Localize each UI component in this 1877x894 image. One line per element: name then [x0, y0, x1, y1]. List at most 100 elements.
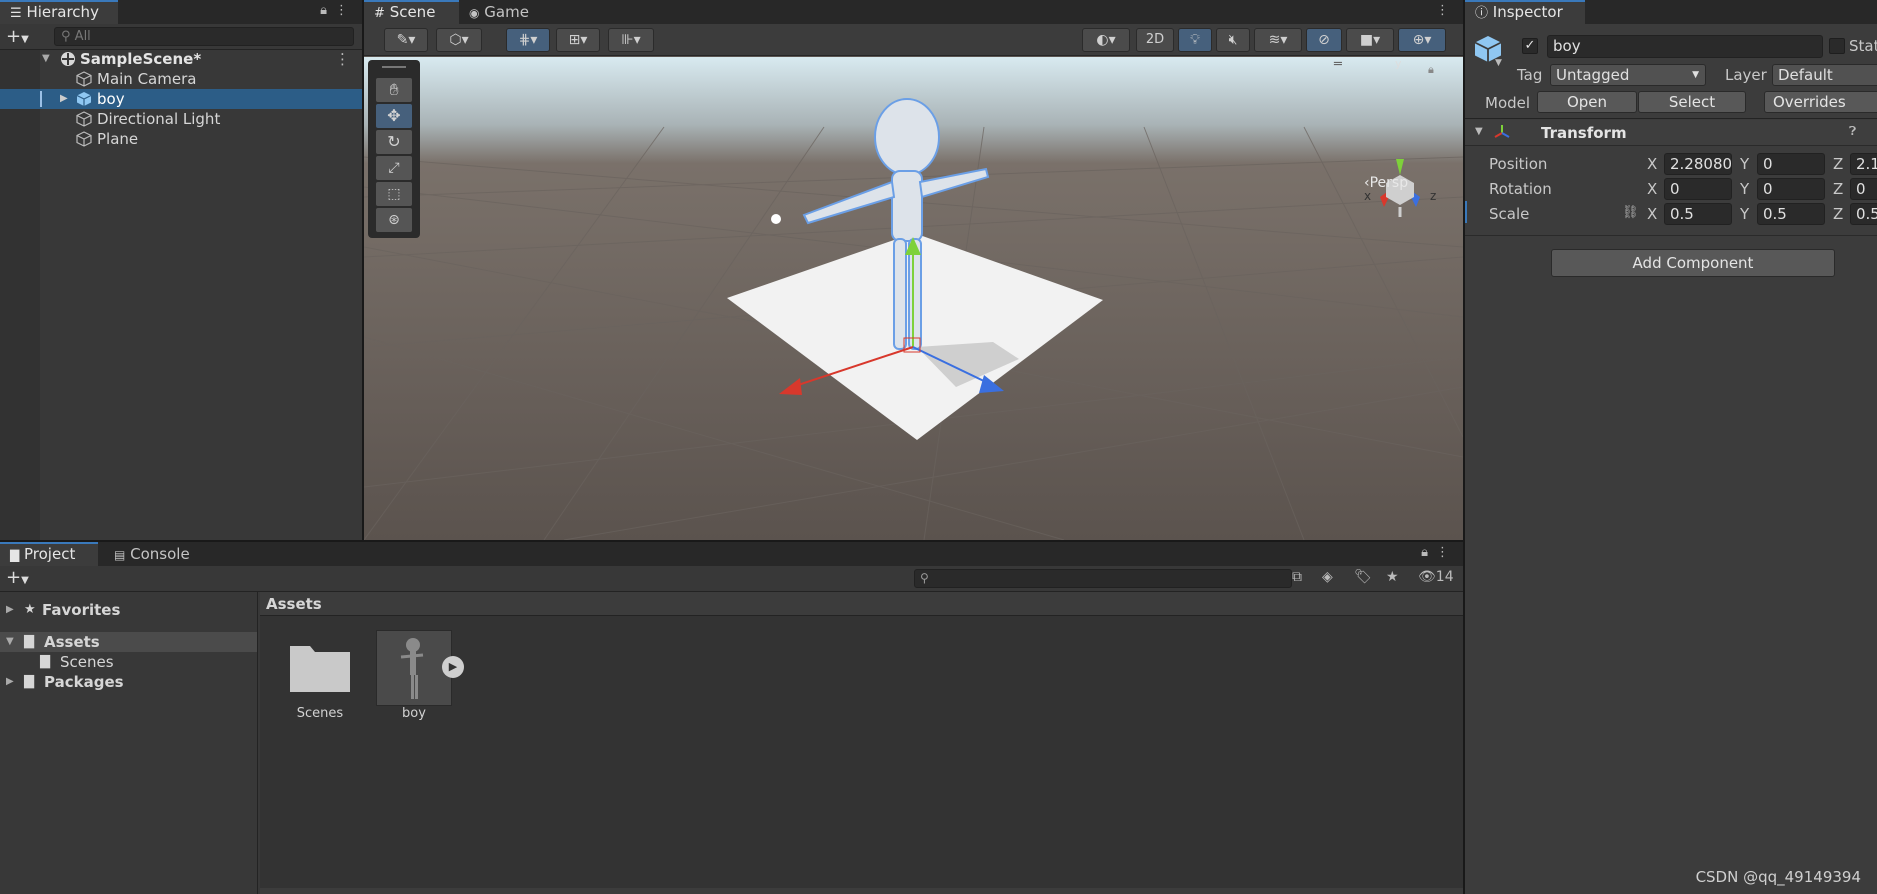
more-menu-icon[interactable]: ⋮ [335, 3, 356, 18]
chevron-right-icon[interactable]: ▶ [60, 89, 68, 109]
more-menu-icon[interactable]: ⋮ [335, 49, 350, 69]
lighting-toggle-icon[interactable]: 💡︎ [1178, 28, 1212, 52]
transform-title: Transform [1541, 124, 1627, 142]
projection-toggle[interactable]: ‹Persp [1364, 175, 1408, 191]
tag-dropdown[interactable]: Untagged ▼ [1550, 64, 1706, 86]
breadcrumb[interactable]: Assets [266, 595, 322, 613]
transform-header[interactable]: ▼ Transform ❓︎ [1465, 120, 1877, 146]
hierarchy-item-plane[interactable]: Plane [0, 129, 362, 149]
filter-by-type-icon[interactable]: ◈ [1322, 569, 1333, 585]
scene-tabbar: # Scene ◉ Game ⋮ [364, 0, 1463, 24]
prefab-cube-icon [76, 89, 92, 109]
assets-bottom-bar [260, 888, 1463, 894]
inspector-panel: ⓘ Inspector ▼ ✓ boy Static Tag Untagged … [1465, 0, 1877, 894]
hierarchy-item-boy[interactable]: ▶ boy [0, 89, 362, 109]
select-button[interactable]: Select [1638, 91, 1746, 113]
scale-tool-icon[interactable]: ⤢ [376, 156, 412, 180]
more-menu-icon[interactable]: ⋮ [1436, 545, 1457, 560]
scale-y-field[interactable]: 0.5 [1757, 203, 1825, 225]
hierarchy-item-main-camera[interactable]: Main Camera [0, 69, 362, 89]
scene-root-item[interactable]: ▼ SampleScene* ⋮ [0, 49, 362, 69]
position-label: Position [1489, 155, 1548, 173]
draw-mode-icon[interactable]: ✎▾ [384, 28, 428, 52]
position-x-field[interactable]: 2.28080 [1664, 153, 1732, 175]
gizmos-icon[interactable]: ⊕▾ [1398, 28, 1446, 52]
rotation-y-field[interactable]: 0 [1757, 178, 1825, 200]
tree-item-scenes[interactable]: ▇ Scenes [0, 652, 257, 672]
chevron-down-icon[interactable]: ▼ [1495, 58, 1502, 68]
active-checkbox[interactable]: ✓ [1522, 38, 1538, 54]
asset-item-scenes[interactable]: Scenes [280, 630, 360, 728]
search-by-type-icon[interactable]: ⧉ [1292, 569, 1302, 585]
overrides-dropdown[interactable]: Overrides [1764, 91, 1877, 113]
hierarchy-item-directional-light[interactable]: Directional Light [0, 109, 362, 129]
tab-project[interactable]: ▇ Project [0, 542, 98, 566]
camera-settings-icon[interactable]: ■▾ [1346, 28, 1394, 52]
tab-game[interactable]: ◉ Game [459, 0, 539, 24]
move-tool-icon[interactable]: ✥ [376, 104, 412, 128]
tab-inspector[interactable]: ⓘ Inspector [1465, 0, 1585, 24]
tab-scene[interactable]: # Scene [364, 0, 459, 24]
ruler-icon[interactable]: ⊪▾ [608, 28, 654, 52]
rotation-z-field[interactable]: 0 [1850, 178, 1877, 200]
filter-by-label-icon[interactable]: 🏷︎ [1354, 569, 1372, 585]
add-asset-button[interactable]: +▼ [6, 567, 29, 588]
favorite-star-icon[interactable]: ★ [1386, 569, 1399, 585]
hamburger-icon[interactable]: ═ [1334, 57, 1342, 72]
unity-scene-icon [60, 49, 76, 69]
more-menu-icon[interactable]: ⋮ [1436, 3, 1457, 18]
hidden-objects-icon[interactable]: ⊘ [1306, 28, 1342, 52]
static-label: Static [1849, 37, 1877, 55]
grid-snap-icon[interactable]: ⋕▾ [506, 28, 550, 52]
tree-item-packages[interactable]: ▶ ▇ Packages [0, 672, 257, 692]
position-z-field[interactable]: 2.16 [1850, 153, 1877, 175]
toggle-2d-button[interactable]: 2D [1136, 28, 1174, 52]
render-mode-icon[interactable]: ⬡▾ [436, 28, 482, 52]
lock-icon[interactable]: 🔒︎ [1421, 545, 1436, 560]
lock-icon[interactable]: 🔒︎ [320, 3, 335, 18]
hidden-packages-icon[interactable]: 👁︎14 [1418, 569, 1454, 585]
chevron-down-icon[interactable]: ▼ [6, 632, 14, 652]
scale-x-field[interactable]: 0.5 [1664, 203, 1732, 225]
grid-icon: # [374, 6, 385, 21]
tab-hierarchy[interactable]: ☰ Hierarchy [0, 0, 118, 24]
chevron-right-icon[interactable]: ▶ [6, 672, 14, 692]
gameobject-cube-icon [76, 69, 92, 89]
rect-tool-icon[interactable]: ⬚ [376, 182, 412, 206]
folder-icon: ▇ [40, 654, 50, 669]
help-icon[interactable]: ❓︎ [1849, 124, 1856, 139]
hand-tool-icon[interactable]: ✋︎ [376, 78, 412, 102]
add-button[interactable]: +▼ [6, 26, 29, 47]
folder-icon: ▇ [10, 548, 20, 562]
add-component-button[interactable]: Add Component [1551, 249, 1835, 277]
asset-item-boy[interactable]: ▶ boy [374, 630, 464, 728]
star-icon: ★ [24, 602, 36, 617]
chevron-right-icon[interactable]: ▶ [6, 600, 14, 620]
hierarchy-search-input[interactable]: ⚲ All [54, 27, 354, 46]
object-name-field[interactable]: boy [1547, 35, 1823, 58]
shading-mode-icon[interactable]: ◐▾ [1082, 28, 1130, 52]
chevron-down-icon[interactable]: ▼ [42, 49, 50, 69]
layer-dropdown[interactable]: Default [1772, 64, 1877, 86]
tree-item-assets[interactable]: ▼ ▇ Assets [0, 632, 257, 652]
position-y-field[interactable]: 0 [1757, 153, 1825, 175]
rotate-tool-icon[interactable]: ↻ [376, 130, 412, 154]
assets-breadcrumb-bar: Assets [260, 592, 1463, 616]
scene-viewport[interactable]: y x z 🔒︎ ═ ‹Persp [364, 57, 1463, 540]
play-preview-icon[interactable]: ▶ [442, 656, 464, 678]
project-search-input[interactable]: ⚲ [914, 569, 1292, 588]
lock-icon[interactable]: 🔒︎ [1428, 63, 1434, 77]
effects-icon[interactable]: ≋▾ [1254, 28, 1302, 52]
rotation-x-field[interactable]: 0 [1664, 178, 1732, 200]
scale-z-field[interactable]: 0.5 [1850, 203, 1877, 225]
link-icon[interactable]: ⛓︎ [1622, 205, 1639, 220]
open-button[interactable]: Open [1537, 91, 1637, 113]
transform-tool-icon[interactable]: ⊛ [376, 208, 412, 232]
increment-snap-icon[interactable]: ⊞▾ [556, 28, 600, 52]
chevron-down-icon[interactable]: ▼ [1475, 126, 1483, 137]
audio-toggle-icon[interactable]: 🔇︎ [1216, 28, 1250, 52]
static-checkbox[interactable] [1829, 38, 1845, 54]
scene-tab-controls: ⋮ [1436, 3, 1457, 18]
tree-item-favorites[interactable]: ▶ ★ Favorites [0, 600, 257, 620]
tab-console[interactable]: ▤ Console [104, 542, 204, 566]
